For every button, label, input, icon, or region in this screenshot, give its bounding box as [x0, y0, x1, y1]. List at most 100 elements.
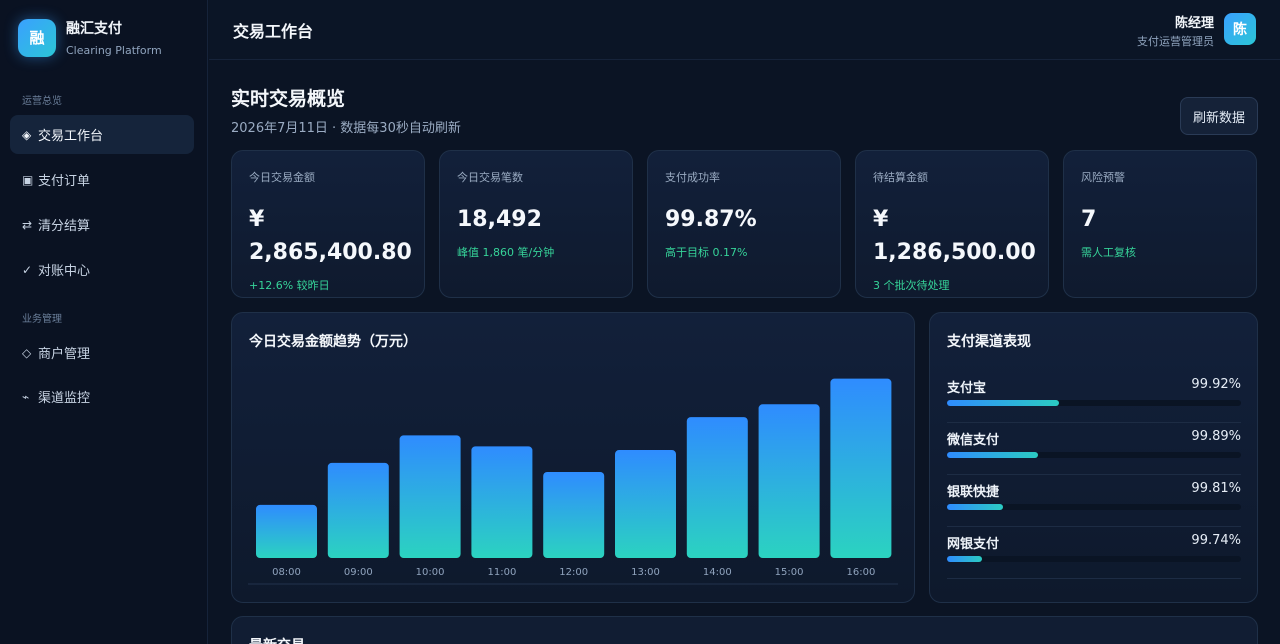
- x-tick-label: 12:00: [559, 567, 588, 578]
- channel-name: 支付宝: [947, 381, 987, 396]
- sidebar-item-dashboard[interactable]: ◈ 交易工作台: [10, 115, 194, 154]
- chart-bar[interactable]: [830, 378, 892, 558]
- card-note: 需人工复核: [1081, 246, 1136, 259]
- channel-panel-title: 支付渠道表现: [947, 334, 1031, 350]
- card-value: 18,492: [457, 207, 542, 232]
- avatar[interactable]: 陈: [1224, 13, 1256, 45]
- latest-transactions-title: 最新交易: [249, 635, 305, 644]
- channel-row-unionpay[interactable]: 银联快捷 99.81%: [947, 481, 1241, 533]
- chart-bar[interactable]: [327, 462, 389, 558]
- diamond-icon: ◈: [22, 127, 32, 142]
- pulse-icon: ⌁: [22, 389, 30, 404]
- channel-bar-fill: [947, 556, 983, 562]
- chart-bar[interactable]: [256, 504, 317, 558]
- channel-bar-track: [947, 556, 1241, 562]
- diamond-outline-icon: ◇: [22, 345, 32, 360]
- channel-rate: 99.81%: [1191, 481, 1241, 496]
- channel-name: 微信支付: [947, 433, 1000, 448]
- divider: [947, 578, 1241, 579]
- channel-bar-track: [947, 400, 1241, 406]
- x-tick-label: 08:00: [272, 567, 301, 578]
- channel-rate: 99.74%: [1191, 533, 1241, 548]
- user-role: 支付运营管理员: [1137, 35, 1214, 48]
- card-note: +12.6% 较昨日: [249, 279, 330, 292]
- kpi-card-risk-alerts: 风险预警 7 需人工复核: [1063, 150, 1257, 298]
- card-value: 99.87%: [665, 207, 757, 232]
- sidebar-item-channels[interactable]: ⌁ 渠道监控: [10, 377, 194, 416]
- channel-panel: 支付渠道表现 支付宝 99.92% 微信支付 99.89% 银联快捷 99.81…: [929, 312, 1258, 603]
- sidebar-item-settlement[interactable]: ⇄ 清分结算: [10, 205, 194, 244]
- sidebar-item-orders[interactable]: ▣ 支付订单: [10, 160, 194, 199]
- x-tick-label: 15:00: [775, 567, 804, 578]
- card-value: ¥ 1,286,500.00: [873, 207, 1036, 265]
- card-label: 今日交易笔数: [457, 171, 523, 184]
- channel-bar-fill: [947, 504, 1003, 510]
- chart-bar[interactable]: [686, 417, 748, 558]
- square-icon: ▣: [22, 172, 34, 187]
- card-label: 支付成功率: [665, 171, 720, 184]
- refresh-button[interactable]: 刷新数据: [1180, 97, 1258, 135]
- sidebar-item-reconciliation[interactable]: ✓ 对账中心: [10, 250, 194, 289]
- nav-group-overview: 运营总览: [22, 96, 62, 107]
- chart-bar[interactable]: [399, 435, 461, 558]
- kpi-card-amount: 今日交易金额 ¥ 2,865,400.80 +12.6% 较昨日: [231, 150, 425, 298]
- channel-name: 银联快捷: [947, 485, 1000, 500]
- divider: [947, 526, 1241, 527]
- card-label: 待结算金额: [873, 171, 928, 184]
- kpi-card-count: 今日交易笔数 18,492 峰值 1,860 笔/分钟: [439, 150, 633, 298]
- sidebar-item-label: 支付订单: [38, 174, 91, 189]
- x-tick-label: 11:00: [487, 567, 516, 578]
- nav-group-business: 业务管理: [22, 314, 62, 325]
- channel-rate: 99.92%: [1191, 377, 1241, 392]
- sidebar-item-label: 交易工作台: [38, 129, 104, 144]
- kpi-card-pending-settlement: 待结算金额 ¥ 1,286,500.00 3 个批次待处理: [855, 150, 1049, 298]
- swap-icon: ⇄: [22, 217, 33, 232]
- brand[interactable]: 融 融汇支付 Clearing Platform: [18, 18, 162, 57]
- sidebar-item-label: 清分结算: [38, 219, 91, 234]
- card-note: 高于目标 0.17%: [665, 246, 748, 259]
- latest-transactions-panel: 最新交易: [231, 616, 1258, 644]
- channel-bar-track: [947, 504, 1241, 510]
- sidebar-item-merchants[interactable]: ◇ 商户管理: [10, 333, 194, 372]
- trend-chart: 08:00 09:00 10:00 11:00 12:00 13:00 14:00 15:00…: [248, 378, 898, 585]
- sidebar-item-label: 对账中心: [38, 264, 91, 279]
- x-tick-label: 09:00: [344, 567, 373, 578]
- header-title: 交易工作台: [233, 22, 314, 41]
- brand-subtitle: Clearing Platform: [66, 44, 162, 57]
- channel-row-alipay[interactable]: 支付宝 99.92%: [947, 377, 1241, 429]
- trend-chart-panel: 08:00 09:00 10:00 11:00 12:00 13:00 14:00 15:00…: [231, 312, 915, 603]
- channel-bar-fill: [947, 452, 1039, 458]
- card-label: 风险预警: [1081, 171, 1125, 184]
- sidebar-item-label: 渠道监控: [38, 391, 91, 406]
- channel-bar-fill: [947, 400, 1059, 406]
- chart-bar[interactable]: [471, 446, 533, 558]
- channel-row-wechat[interactable]: 微信支付 99.89%: [947, 429, 1241, 481]
- x-tick-label: 13:00: [631, 567, 660, 578]
- chart-bar[interactable]: [615, 450, 676, 558]
- kpi-card-success-rate: 支付成功率 99.87% 高于目标 0.17%: [647, 150, 841, 298]
- sidebar-item-label: 商户管理: [38, 347, 91, 362]
- top-header: 交易工作台 陈经理 支付运营管理员 陈: [209, 0, 1280, 60]
- card-value: ¥ 2,865,400.80: [249, 207, 412, 265]
- divider: [947, 422, 1241, 423]
- brand-name: 融汇支付: [66, 21, 122, 37]
- card-label: 今日交易金额: [249, 171, 315, 184]
- x-tick-label: 10:00: [416, 567, 445, 578]
- x-tick-label: 16:00: [846, 567, 875, 578]
- x-tick-label: 14:00: [703, 567, 732, 578]
- chart-title: 今日交易金额趋势（万元）: [249, 334, 417, 350]
- chart-bar[interactable]: [543, 471, 605, 558]
- chart-bar[interactable]: [758, 404, 820, 558]
- channel-row-netbank[interactable]: 网银支付 99.74%: [947, 533, 1241, 585]
- page-subtitle: 2026年7月11日 · 数据每30秒自动刷新: [231, 121, 461, 136]
- channel-name: 网银支付: [947, 537, 1000, 552]
- brand-logo: 融: [18, 18, 56, 57]
- channel-bar-track: [947, 452, 1241, 458]
- card-note: 3 个批次待处理: [873, 279, 950, 292]
- sidebar: 融 融汇支付 Clearing Platform 运营总览 ◈ 交易工作台 ▣ …: [0, 0, 208, 644]
- channel-rate: 99.89%: [1191, 429, 1241, 444]
- divider: [947, 474, 1241, 475]
- card-value: 7: [1081, 207, 1097, 232]
- user-name[interactable]: 陈经理: [1175, 12, 1214, 31]
- card-note: 峰值 1,860 笔/分钟: [457, 246, 555, 259]
